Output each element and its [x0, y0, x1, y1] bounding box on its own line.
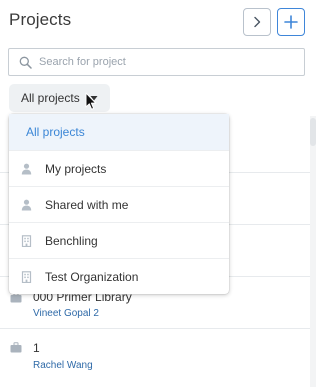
- menu-item-label: Benchling: [45, 234, 98, 248]
- menu-item-label: Shared with me: [45, 198, 129, 212]
- mouse-cursor-icon: [85, 92, 97, 110]
- menu-item-label: My projects: [45, 162, 107, 176]
- project-owner: Rachel Wang: [33, 360, 93, 371]
- list-item[interactable]: 1 Rachel Wang: [0, 328, 316, 380]
- filter-selected-label: All projects: [21, 91, 80, 105]
- menu-item-all-projects[interactable]: All projects: [9, 114, 229, 150]
- menu-item-my-projects[interactable]: My projects: [9, 150, 229, 186]
- menu-item-test-organization[interactable]: Test Organization: [9, 258, 229, 294]
- filter-menu: All projects My projects Shared with me: [9, 114, 229, 294]
- person-icon: [21, 199, 32, 211]
- menu-item-benchling[interactable]: Benchling: [9, 222, 229, 258]
- project-name: 1: [33, 341, 40, 355]
- building-icon: [21, 271, 32, 283]
- add-project-button[interactable]: [277, 8, 305, 36]
- header: Projects: [0, 0, 316, 42]
- menu-item-shared-with-me[interactable]: Shared with me: [9, 186, 229, 222]
- plus-icon: [284, 15, 298, 29]
- scrollbar-thumb[interactable]: [310, 118, 316, 146]
- scrollbar-track[interactable]: [310, 116, 316, 387]
- page-title: Projects: [9, 10, 72, 29]
- projects-panel: Projects All projects: [0, 0, 316, 387]
- project-owner: Vineet Gopal 2: [33, 308, 99, 319]
- search-icon: [19, 56, 32, 69]
- menu-item-label: Test Organization: [45, 270, 139, 284]
- building-icon: [21, 235, 32, 247]
- menu-item-label: All projects: [26, 125, 85, 139]
- search-box: [8, 48, 305, 76]
- person-icon: [21, 163, 32, 175]
- briefcase-icon: [10, 342, 22, 353]
- search-input[interactable]: [39, 53, 299, 71]
- expand-button[interactable]: [243, 8, 271, 36]
- chevron-right-icon: [254, 16, 261, 28]
